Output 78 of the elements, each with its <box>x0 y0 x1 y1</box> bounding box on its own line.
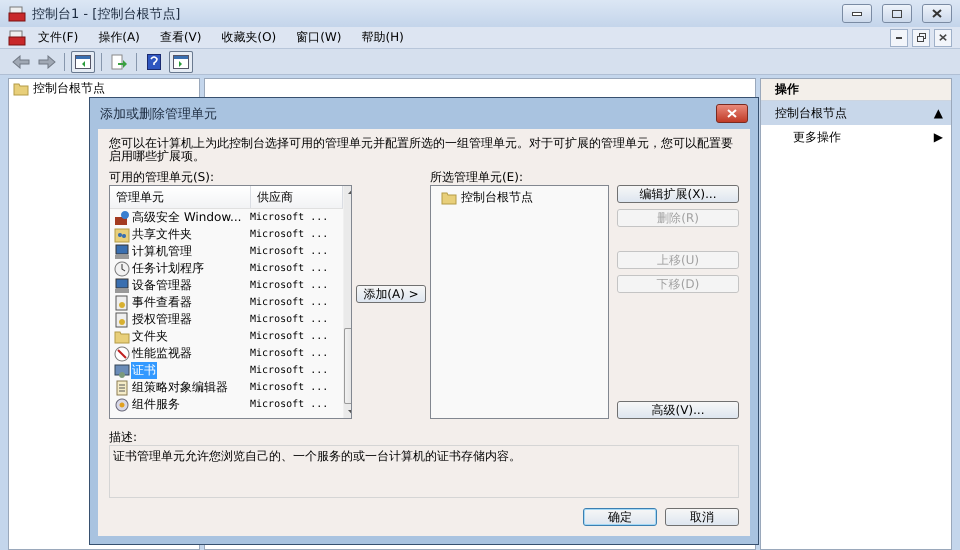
vendor-cell: Microsoft ... <box>250 331 328 342</box>
close-button[interactable] <box>934 28 952 46</box>
folder-icon <box>441 190 457 204</box>
document-icon <box>114 312 130 328</box>
gauge-icon <box>114 346 130 362</box>
snap-in-name[interactable]: 事件查看器 <box>131 294 193 311</box>
scroll-icon <box>114 380 130 396</box>
vendor-cell: Microsoft ... <box>250 382 328 393</box>
description-label: 描述: <box>109 429 138 445</box>
vendor-cell: Microsoft ... <box>250 263 328 274</box>
ok-button[interactable]: 确定 <box>583 508 657 526</box>
intro-text: 您可以在计算机上为此控制台选择可用的管理单元并配置所选的一组管理单元。对于可扩展的管理单元，您可以配置要启用哪些扩展项。 <box>109 137 734 163</box>
vendor-cell: Microsoft ... <box>250 399 328 410</box>
vendor-cell: Microsoft ... <box>250 212 328 223</box>
cancel-button[interactable]: 取消 <box>665 508 739 526</box>
maximize-icon <box>892 10 902 18</box>
close-icon <box>939 33 947 42</box>
close-button[interactable] <box>716 104 748 123</box>
vendor-cell: Microsoft ... <box>250 297 328 308</box>
folder-icon <box>13 82 29 96</box>
snap-in-name[interactable]: 设备管理器 <box>131 277 193 294</box>
menu-item[interactable]: 查看(V) <box>152 29 210 46</box>
computer-icon <box>114 244 130 260</box>
close-button[interactable] <box>922 4 952 23</box>
vendor-cell: Microsoft ... <box>250 365 328 376</box>
selected-snap-in[interactable]: 控制台根节点 <box>437 188 602 207</box>
toolbox-icon <box>8 30 26 46</box>
snap-in-name[interactable]: 组件服务 <box>131 396 181 413</box>
close-icon <box>727 109 737 118</box>
dialog-title: 添加或删除管理单元 <box>100 106 217 122</box>
add-button[interactable]: 添加(A) > <box>356 285 426 303</box>
minimize-button[interactable] <box>890 28 908 46</box>
action-section[interactable]: 控制台根节点 ▲ <box>761 101 951 125</box>
snap-in-name[interactable]: 计算机管理 <box>131 243 193 260</box>
side-button[interactable]: 高级(V)... <box>617 401 739 419</box>
snap-in-name[interactable]: 授权管理器 <box>131 311 193 328</box>
description-text: 证书管理单元允许您浏览自己的、一个服务的或一台计算机的证书存储内容。 <box>109 445 739 498</box>
vendor-cell: Microsoft ... <box>250 280 328 291</box>
list-label: 可用的管理单元(S): <box>109 169 216 185</box>
vendor-cell: Microsoft ... <box>250 229 328 240</box>
snap-in-name[interactable]: 文件夹 <box>131 328 169 345</box>
snap-in-name[interactable]: 性能监视器 <box>131 345 193 362</box>
computer-icon <box>114 278 130 294</box>
certificate-icon <box>114 362 130 378</box>
folder-icon <box>114 330 130 344</box>
vendor-cell: Microsoft ... <box>250 348 328 359</box>
snap-in-name[interactable]: 高级安全 Window... <box>131 209 242 226</box>
menu-item[interactable]: 文件(F) <box>30 29 86 46</box>
minimize-icon <box>852 12 862 16</box>
snap-in-name[interactable]: 共享文件夹 <box>131 226 193 243</box>
gear-icon <box>114 396 130 412</box>
window-title: 控制台1 - [控制台根节点] <box>32 6 180 22</box>
side-button[interactable]: 编辑扩展(X)... <box>617 185 739 203</box>
list-label: 所选管理单元(E): <box>430 169 524 185</box>
show-action-pane-button[interactable] <box>169 50 193 72</box>
shared-folder-icon <box>114 226 130 242</box>
vendor-cell: Microsoft ... <box>250 246 328 257</box>
vendor-cell: Microsoft ... <box>250 314 328 325</box>
menu-item[interactable]: 窗口(W) <box>288 29 350 46</box>
minimize-icon <box>896 36 902 38</box>
maximize-button[interactable] <box>882 4 912 23</box>
pane-header: 操作 <box>761 79 951 101</box>
toolbox-icon <box>8 6 26 22</box>
menu-item[interactable]: 操作(A) <box>90 29 148 46</box>
minimize-button[interactable] <box>842 4 872 23</box>
column-header[interactable]: 管理单元 <box>110 186 251 208</box>
snap-in-name[interactable]: 组策略对象编辑器 <box>131 379 229 396</box>
close-icon <box>932 9 942 18</box>
restore-button[interactable] <box>912 28 930 46</box>
document-icon <box>114 294 130 310</box>
menu-item[interactable]: 帮助(H) <box>353 29 412 46</box>
menu-item[interactable]: 收藏夹(O) <box>213 29 284 46</box>
restore-icon <box>916 33 926 42</box>
brick-wall-icon <box>114 210 130 226</box>
show-tree-button[interactable] <box>71 50 95 72</box>
clock-icon <box>114 260 130 276</box>
tree-item[interactable]: 控制台根节点 <box>9 79 199 98</box>
snap-in-name[interactable]: 任务计划程序 <box>131 260 205 277</box>
